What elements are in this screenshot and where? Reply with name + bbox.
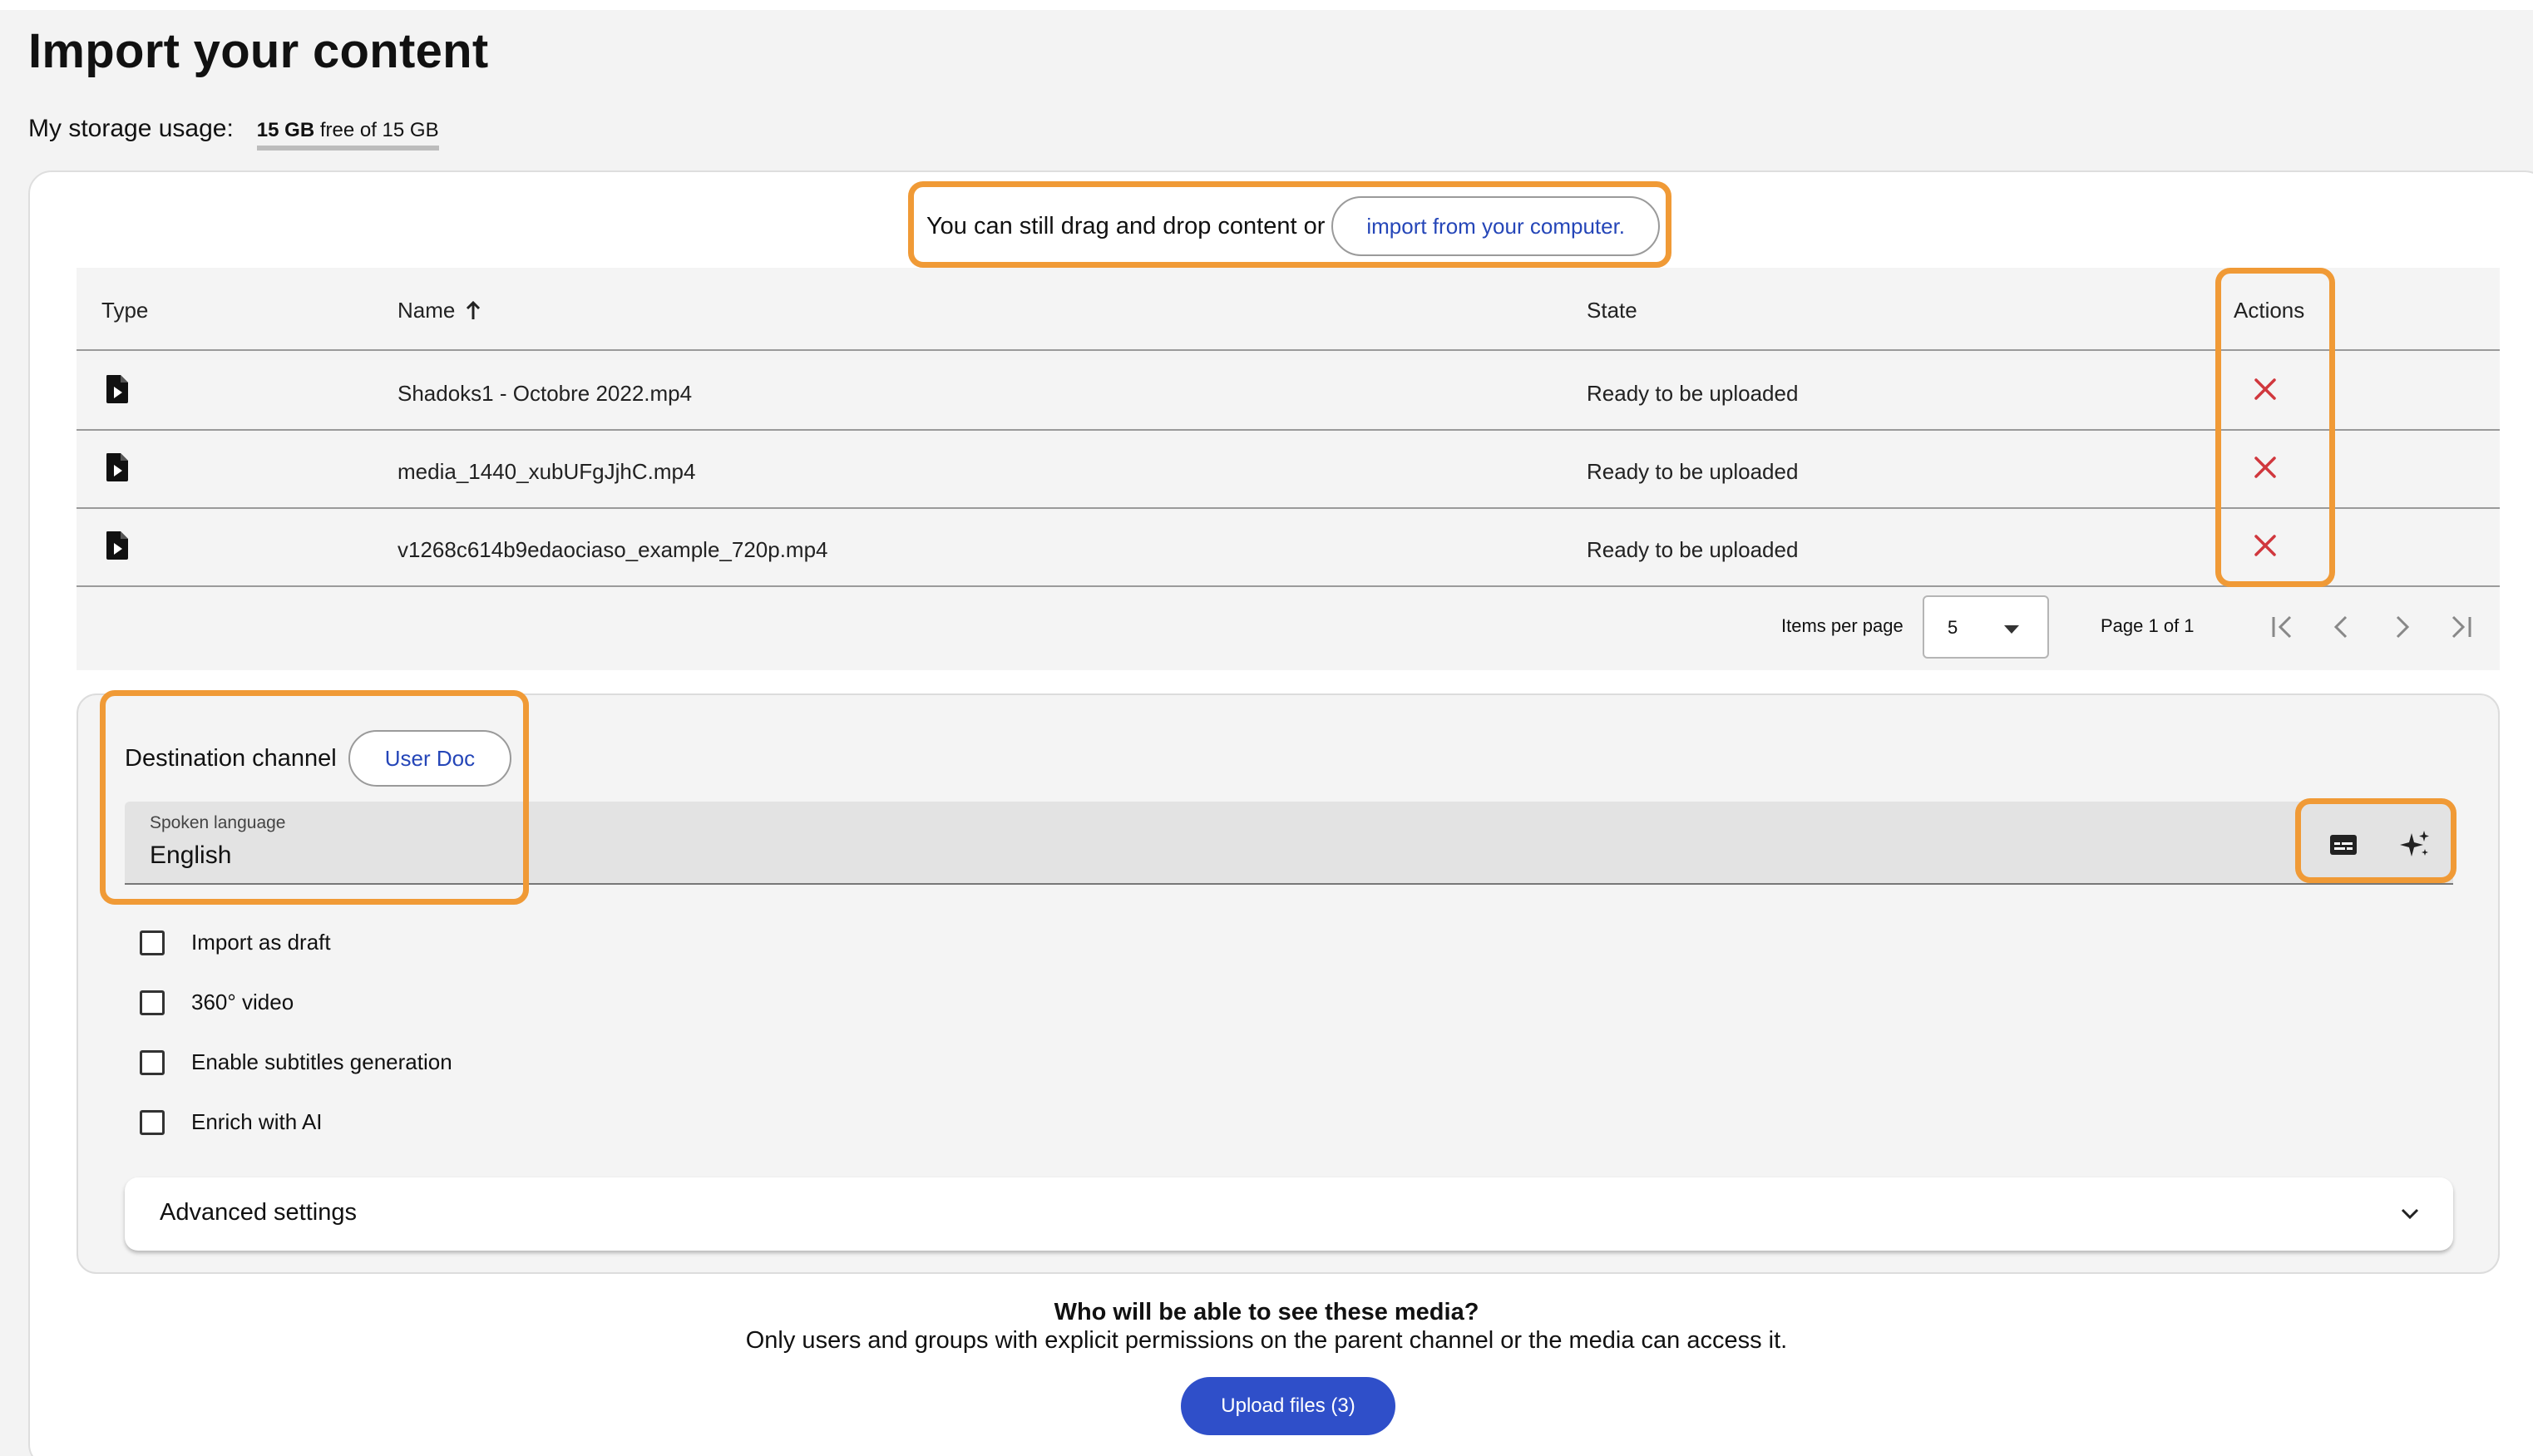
chevron-down-icon bbox=[2401, 1208, 2419, 1220]
close-icon[interactable] bbox=[2249, 529, 2282, 562]
spoken-language-label: Spoken language bbox=[150, 813, 286, 832]
items-per-page-value: 5 bbox=[1948, 617, 1958, 638]
import-from-computer-button[interactable]: import from your computer. bbox=[1331, 196, 1661, 256]
storage-value: 15 GB free of 15 GB bbox=[256, 119, 439, 151]
checkbox-enable-subtitles[interactable]: Enable subtitles generation bbox=[140, 1049, 452, 1075]
video-file-icon bbox=[106, 531, 128, 560]
dropzone-text: You can still drag and drop content or bbox=[926, 212, 1326, 239]
visibility-heading: Who will be able to see these media? bbox=[1054, 1299, 1479, 1325]
checkbox-box[interactable] bbox=[140, 930, 165, 955]
table-header: Type Name State Actions bbox=[77, 268, 2500, 351]
last-page-icon[interactable] bbox=[2445, 610, 2478, 644]
spoken-language-select[interactable]: Spoken language English bbox=[125, 802, 2453, 885]
checkbox-360-video[interactable]: 360° video bbox=[140, 990, 294, 1015]
dropzone-hint: You can still drag and drop content or i… bbox=[926, 196, 1661, 256]
destination-channel: Destination channel User Doc bbox=[125, 730, 512, 787]
checkbox-label: Enable subtitles generation bbox=[191, 1049, 452, 1074]
header-name[interactable]: Name bbox=[397, 298, 481, 323]
sort-arrow-up-icon bbox=[467, 300, 481, 319]
checkbox-import-as-draft[interactable]: Import as draft bbox=[140, 930, 331, 955]
file-state: Ready to be uploaded bbox=[1587, 459, 1799, 484]
dropdown-triangle-icon bbox=[2004, 625, 2019, 634]
video-file-icon bbox=[106, 375, 128, 403]
checkbox-box[interactable] bbox=[140, 990, 165, 1015]
table-row: media_1440_xubUFgJjhC.mp4 Ready to be up… bbox=[77, 431, 2500, 509]
file-name: media_1440_xubUFgJjhC.mp4 bbox=[397, 459, 696, 484]
storage-usage: My storage usage: 15 GB free of 15 GB bbox=[28, 115, 439, 151]
storage-rest: free of 15 GB bbox=[319, 119, 439, 141]
top-band bbox=[0, 0, 2533, 10]
spoken-language-value: English bbox=[150, 842, 232, 869]
header-name-label: Name bbox=[397, 298, 456, 323]
checkbox-box[interactable] bbox=[140, 1049, 165, 1075]
header-type-label: Type bbox=[101, 298, 149, 323]
previous-page-icon[interactable] bbox=[2325, 610, 2358, 644]
page-info: Page 1 of 1 bbox=[2101, 615, 2195, 636]
file-name: Shadoks1 - Octobre 2022.mp4 bbox=[397, 381, 693, 406]
header-state: State bbox=[1587, 298, 1637, 323]
file-state: Ready to be uploaded bbox=[1587, 381, 1799, 406]
upload-files-button[interactable]: Upload files (3) bbox=[1181, 1377, 1395, 1435]
visibility-text: Only users and groups with explicit perm… bbox=[745, 1327, 1788, 1354]
table-row: Shadoks1 - Octobre 2022.mp4 Ready to be … bbox=[77, 353, 2500, 431]
storage-free: 15 GB bbox=[256, 119, 315, 141]
close-icon[interactable] bbox=[2249, 451, 2282, 484]
subtitles-icon[interactable] bbox=[2327, 828, 2360, 861]
storage-label: My storage usage: bbox=[28, 115, 234, 142]
close-icon[interactable] bbox=[2249, 373, 2282, 406]
header-actions: Actions bbox=[2234, 298, 2304, 323]
checkbox-label: Enrich with AI bbox=[191, 1109, 323, 1134]
page-title: Import your content bbox=[28, 24, 489, 78]
checkbox-label: Import as draft bbox=[191, 930, 331, 955]
checkbox-enrich-with-ai[interactable]: Enrich with AI bbox=[140, 1109, 323, 1135]
advanced-settings-label: Advanced settings bbox=[160, 1199, 357, 1226]
header-state-label: State bbox=[1587, 298, 1637, 323]
items-per-page-select[interactable]: 5 bbox=[1923, 595, 2049, 659]
files-table: Type Name State Actions Shadoks1 - Octob… bbox=[77, 268, 2500, 670]
destination-label: Destination channel bbox=[125, 744, 337, 772]
next-page-icon[interactable] bbox=[2385, 610, 2418, 644]
items-per-page-label: Items per page bbox=[1781, 615, 1903, 636]
sparkles-icon[interactable] bbox=[2398, 828, 2432, 861]
advanced-settings-accordion[interactable]: Advanced settings bbox=[125, 1177, 2453, 1251]
file-name: v1268c614b9edaociaso_example_720p.mp4 bbox=[397, 537, 828, 562]
table-row: v1268c614b9edaociaso_example_720p.mp4 Re… bbox=[77, 509, 2500, 587]
header-actions-label: Actions bbox=[2234, 298, 2305, 323]
header-type: Type bbox=[101, 298, 148, 323]
video-file-icon bbox=[106, 453, 128, 481]
checkbox-label: 360° video bbox=[191, 990, 294, 1014]
pagination: Items per page 5 Page 1 of 1 bbox=[77, 595, 2500, 660]
checkbox-box[interactable] bbox=[140, 1109, 165, 1135]
file-state: Ready to be uploaded bbox=[1587, 537, 1799, 562]
first-page-icon[interactable] bbox=[2265, 610, 2298, 644]
destination-channel-button[interactable]: User Doc bbox=[348, 730, 512, 787]
